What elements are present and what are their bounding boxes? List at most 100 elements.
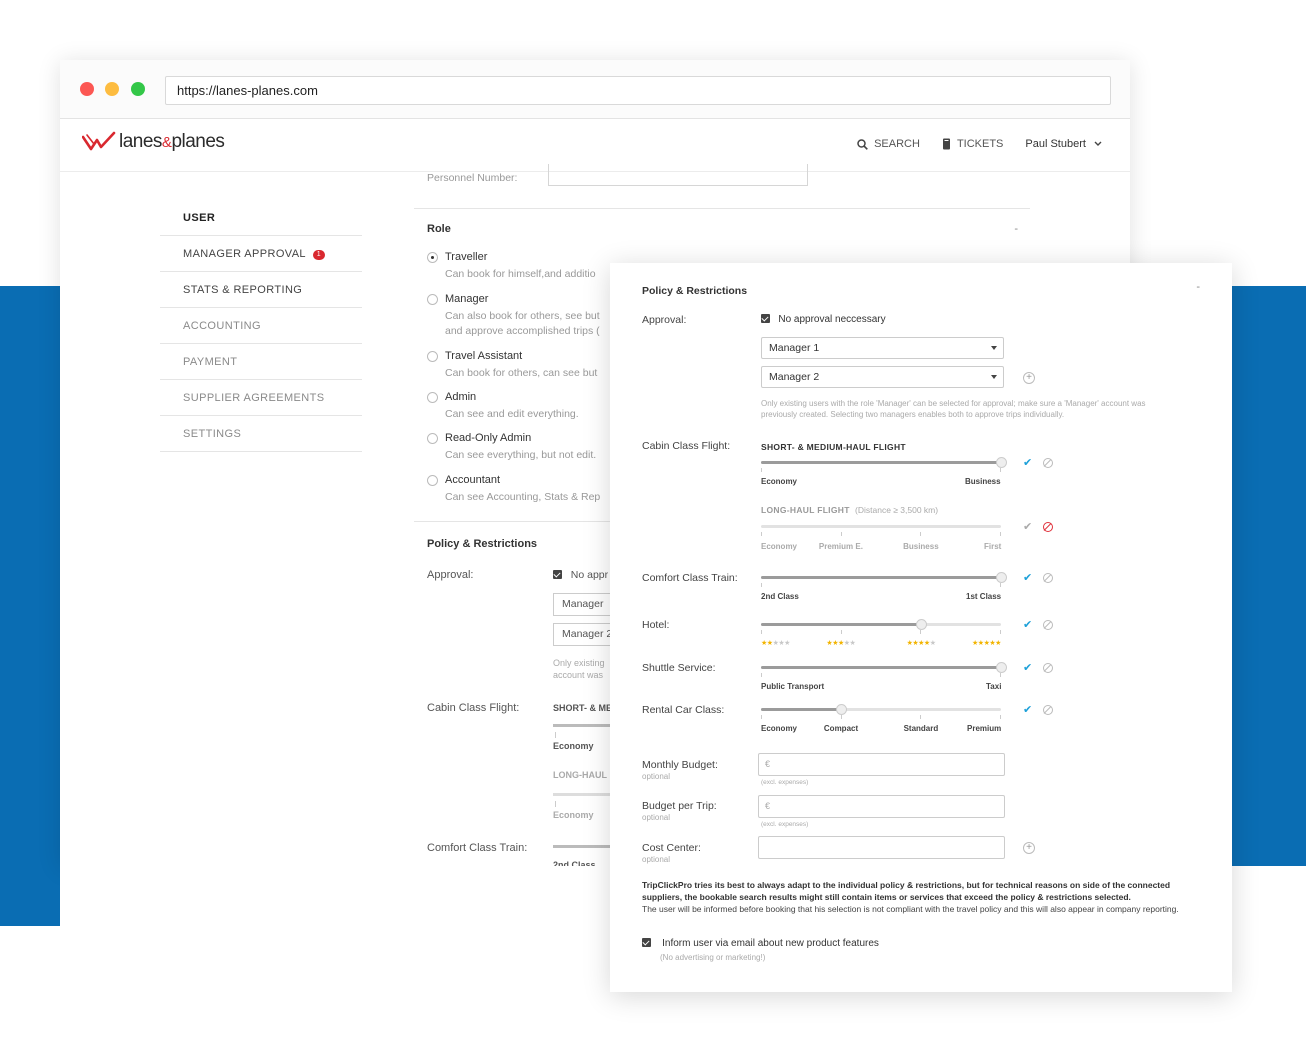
rental-car-label: Rental Car Class:	[642, 704, 725, 716]
shuttle-slider[interactable]	[761, 662, 1007, 677]
slider-knob[interactable]	[996, 662, 1007, 673]
manager-2-select[interactable]: Manager 2	[553, 623, 613, 646]
tick-label-economy: Economy	[761, 542, 798, 551]
no-approval-checkbox-row[interactable]: No approval neccessary	[761, 314, 886, 325]
policy-disclaimer-bold: TripClickPro tries its best to always ad…	[642, 880, 1171, 902]
optional-hint: optional	[642, 772, 671, 781]
sidebar-item-label: STATS & REPORTING	[183, 284, 303, 296]
excl-expenses-hint: (excl. expenses)	[761, 821, 809, 828]
role-description: Can see and edit everything.	[445, 408, 579, 420]
checkbox-checked[interactable]	[761, 314, 770, 323]
sidebar-item-user[interactable]: USER	[160, 200, 362, 236]
role-description-line-2: and approve accomplished trips (	[445, 325, 600, 337]
approval-hint: Only existing users with the role 'Manag…	[761, 399, 1146, 419]
sidebar-item-label: SUPPLIER AGREEMENTS	[183, 392, 325, 404]
long-haul-slider[interactable]	[553, 793, 613, 796]
sidebar-item-supplier-agreements[interactable]: SUPPLIER AGREEMENTS	[160, 380, 362, 416]
allow-check-icon[interactable]: ✔	[1023, 520, 1032, 533]
star-icon: ★	[929, 640, 936, 647]
minimize-window-button[interactable]	[105, 82, 119, 96]
tick-label-economy: Economy	[553, 741, 594, 751]
manager-2-select[interactable]: Manager 2	[761, 366, 1004, 388]
rental-car-slider[interactable]	[761, 704, 1001, 719]
slider-tick	[761, 468, 762, 472]
role-option-manager[interactable]: Manager Can also book for others, see bu…	[427, 293, 615, 339]
slider-knob[interactable]	[996, 572, 1007, 583]
block-icon[interactable]	[1043, 573, 1053, 583]
block-icon[interactable]	[1043, 705, 1053, 715]
radio-button[interactable]	[427, 294, 438, 305]
role-option-traveller[interactable]: Traveller Can book for himself,and addit…	[427, 251, 615, 282]
block-icon-active[interactable]	[1043, 522, 1053, 532]
train-slider[interactable]	[553, 845, 613, 848]
search-icon	[857, 138, 868, 150]
allow-check-icon[interactable]: ✔	[1023, 618, 1032, 631]
checkbox-checked[interactable]	[553, 570, 562, 579]
user-menu[interactable]: Paul Stubert	[1025, 138, 1102, 150]
tick-label-standard: Standard	[903, 724, 939, 733]
tick-label-first: First	[984, 542, 1002, 551]
close-window-button[interactable]	[80, 82, 94, 96]
maximize-window-button[interactable]	[131, 82, 145, 96]
add-cost-center-plus-icon[interactable]: +	[1023, 842, 1035, 854]
sidebar-item-payment[interactable]: PAYMENT	[160, 344, 362, 380]
personnel-number-input[interactable]	[548, 164, 808, 186]
radio-button[interactable]	[427, 433, 438, 444]
radio-button[interactable]	[427, 475, 438, 486]
panel-collapse-toggle[interactable]: -	[1196, 281, 1200, 293]
approval-label: Approval:	[642, 314, 687, 326]
sidebar-item-stats-reporting[interactable]: STATS & REPORTING	[160, 272, 362, 308]
sidebar-item-manager-approval[interactable]: MANAGER APPROVAL 1	[160, 236, 362, 272]
approval-checkbox-row[interactable]: No appr	[553, 569, 608, 581]
radio-button[interactable]	[427, 252, 438, 263]
short-haul-slider[interactable]	[553, 724, 613, 727]
radio-button[interactable]	[427, 351, 438, 362]
address-bar[interactable]: https://lanes-planes.com	[165, 76, 1111, 105]
role-option-travel-assistant[interactable]: Travel Assistant Can book for others, ca…	[427, 350, 615, 381]
slider-fill	[761, 666, 1001, 669]
search-nav-button[interactable]: SEARCH	[857, 138, 920, 150]
allow-check-icon[interactable]: ✔	[1023, 703, 1032, 716]
tick-label-business: Business	[903, 542, 939, 551]
short-haul-slider[interactable]	[761, 457, 1007, 472]
ticket-icon	[942, 138, 950, 150]
slider-tick	[841, 532, 842, 536]
checkbox-checked[interactable]	[642, 938, 651, 947]
search-nav-label: SEARCH	[874, 138, 920, 150]
cost-center-input[interactable]	[758, 836, 1005, 859]
block-icon[interactable]	[1043, 663, 1053, 673]
tickets-nav-button[interactable]: TICKETS	[942, 138, 1003, 150]
role-collapse-toggle[interactable]: -	[1014, 223, 1018, 235]
budget-per-trip-input[interactable]: €	[758, 795, 1005, 818]
cost-center-label: Cost Center: optional	[642, 842, 701, 864]
allow-check-icon[interactable]: ✔	[1023, 661, 1032, 674]
inform-user-checkbox-row[interactable]: Inform user via email about new product …	[642, 938, 879, 949]
role-option-accountant[interactable]: Accountant Can see Accounting, Stats & R…	[427, 474, 615, 505]
role-option-read-only-admin[interactable]: Read-Only Admin Can see everything, but …	[427, 432, 615, 463]
slider-knob[interactable]	[916, 619, 928, 630]
slider-knob[interactable]	[996, 457, 1007, 468]
long-haul-slider[interactable]	[761, 525, 1001, 536]
chevron-down-icon	[1094, 141, 1102, 146]
block-icon[interactable]	[1043, 620, 1053, 630]
slider-tick	[761, 583, 762, 587]
add-manager-plus-icon[interactable]: +	[1023, 372, 1035, 384]
radio-button[interactable]	[427, 392, 438, 403]
allow-check-icon[interactable]: ✔	[1023, 571, 1032, 584]
block-icon[interactable]	[1043, 458, 1053, 468]
sidebar-item-settings[interactable]: SETTINGS	[160, 416, 362, 452]
slider-knob[interactable]	[835, 704, 847, 715]
role-section-title: Role	[427, 223, 451, 235]
hotel-slider[interactable]	[761, 619, 1001, 634]
allow-check-icon[interactable]: ✔	[1023, 456, 1032, 469]
long-haul-heading: LONG-HAUL FLIGHT (Distance ≥ 3,500 km)	[761, 505, 938, 515]
budget-per-trip-label: Budget per Trip: optional	[642, 800, 717, 822]
sidebar-item-accounting[interactable]: ACCOUNTING	[160, 308, 362, 344]
monthly-budget-input[interactable]: €	[758, 753, 1005, 776]
slider-tick	[1000, 532, 1001, 536]
manager-1-select[interactable]: Manager 1	[761, 337, 1004, 359]
train-slider[interactable]	[761, 572, 1007, 587]
manager-1-select[interactable]: Manager	[553, 593, 613, 616]
logo[interactable]: lanes&planes	[82, 131, 225, 153]
role-option-admin[interactable]: Admin Can see and edit everything.	[427, 391, 615, 422]
